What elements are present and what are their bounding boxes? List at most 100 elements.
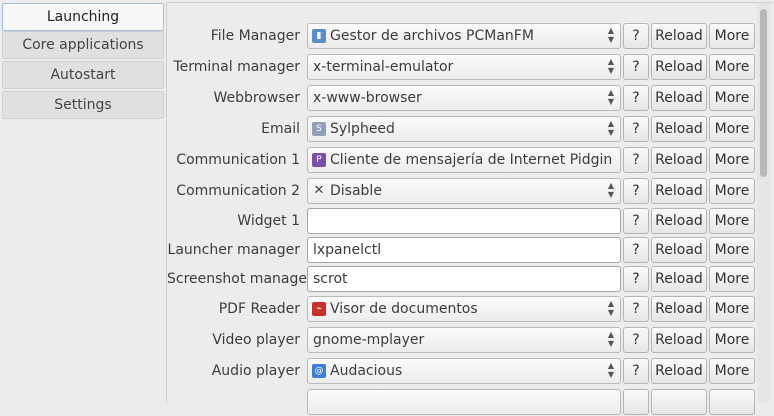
entry-value: lxpanelctl — [313, 242, 382, 258]
spin-arrows-icon: ▲ ▼ — [607, 181, 615, 199]
disable-x-icon: ✕ — [313, 183, 325, 198]
more-button[interactable]: More — [709, 85, 755, 111]
combo-value: Visor de documentos — [330, 301, 478, 317]
help-button[interactable]: ? — [623, 266, 649, 292]
launcher-manager-input[interactable]: lxpanelctl — [307, 237, 621, 263]
row-screenshot-manager: Screenshot manager scrot ? Reload More — [167, 265, 773, 293]
row-terminal-manager: Terminal manager x-terminal-emulator ▲ ▼ … — [167, 53, 773, 81]
row-label: Launcher manager — [167, 242, 300, 258]
pdf-reader-combo[interactable]: ⌁ Visor de documentos ▲ ▼ — [307, 296, 621, 322]
file-manager-combo[interactable]: ▮ Gestor de archivos PCManFM ▲ ▼ — [307, 23, 621, 49]
more-button[interactable]: More — [709, 147, 755, 173]
folder-icon: ▮ — [312, 29, 326, 43]
more-button[interactable]: More — [709, 237, 755, 263]
tab-launching-applications[interactable]: Launching applications — [2, 3, 164, 51]
more-button[interactable]: More — [709, 266, 755, 292]
spin-arrows-icon: ▲ ▼ — [607, 330, 615, 348]
spin-arrows-icon: ▲ ▼ — [607, 26, 615, 44]
reload-button[interactable]: Reload — [651, 85, 707, 111]
video-player-combo[interactable]: gnome-mplayer ▲ ▼ — [307, 327, 621, 353]
more-button[interactable]: More — [709, 208, 755, 234]
help-button[interactable]: ? — [623, 85, 649, 111]
tab-autostart[interactable]: Autostart — [2, 61, 164, 89]
row-video-player: Video player gnome-mplayer ▲ ▼ ? Reload M… — [167, 326, 773, 354]
row-label: Audio player — [211, 363, 300, 379]
more-button[interactable]: More — [709, 358, 755, 384]
settings-panel: File Manager ▮ Gestor de archivos PCManF… — [166, 2, 773, 415]
more-button[interactable]: More — [709, 23, 755, 49]
row-audio-player: Audio player @ Audacious ▲ ▼ ? Reload Mor… — [167, 357, 773, 385]
help-button[interactable]: ? — [623, 237, 649, 263]
row-label: Widget 1 — [237, 213, 300, 229]
sidebar: Launching applications Core applications… — [0, 0, 166, 400]
row-label: Communication 2 — [176, 183, 300, 199]
pdf-icon: ⌁ — [312, 302, 326, 316]
widget-1-input[interactable] — [307, 208, 621, 234]
webbrowser-combo[interactable]: x-www-browser ▲ ▼ — [307, 85, 621, 111]
screenshot-manager-input[interactable]: scrot — [307, 266, 621, 292]
reload-button[interactable]: Reload — [651, 266, 707, 292]
help-button[interactable]: ? — [623, 116, 649, 142]
reload-button[interactable]: Reload — [651, 296, 707, 322]
row-label: Terminal manager — [173, 59, 300, 75]
pidgin-icon: P — [312, 153, 326, 167]
audio-player-combo[interactable]: @ Audacious ▲ ▼ — [307, 358, 621, 384]
row-communication-1: Communication 1 P Cliente de mensajería … — [167, 146, 773, 174]
communication-1-combo[interactable]: P Cliente de mensajería de Internet Pidg… — [307, 147, 621, 173]
row-communication-2: Communication 2 ✕ Disable ▲ ▼ ? Reload Mo… — [167, 177, 773, 205]
tab-core-applications[interactable]: Core applications — [2, 31, 164, 59]
more-button[interactable]: More — [709, 296, 755, 322]
help-button[interactable]: ? — [623, 327, 649, 353]
more-button[interactable]: More — [709, 54, 755, 80]
more-button[interactable]: More — [709, 116, 755, 142]
row-label: Email — [261, 121, 300, 137]
reload-button[interactable]: Reload — [651, 147, 707, 173]
help-button[interactable]: ? — [623, 296, 649, 322]
help-button[interactable] — [623, 389, 649, 415]
row-widget-1: Widget 1 ? Reload More — [167, 207, 773, 235]
row-label: File Manager — [210, 28, 300, 44]
reload-button[interactable]: Reload — [651, 237, 707, 263]
more-button[interactable]: More — [709, 327, 755, 353]
reload-button[interactable]: Reload — [651, 178, 707, 204]
email-combo[interactable]: S Sylpheed ▲ ▼ — [307, 116, 621, 142]
terminal-manager-combo[interactable]: x-terminal-emulator ▲ ▼ — [307, 54, 621, 80]
combo-value: Disable — [330, 183, 382, 199]
more-button[interactable] — [709, 389, 755, 415]
spin-arrows-icon: ▲ ▼ — [607, 119, 615, 137]
row-label: PDF Reader — [218, 301, 300, 317]
spin-arrows-icon: ▲ ▼ — [607, 361, 615, 379]
row-launcher-manager: Launcher manager lxpanelctl ? Reload Mor… — [167, 236, 773, 264]
reload-button[interactable] — [651, 389, 707, 415]
partial-combo[interactable] — [307, 389, 621, 415]
reload-button[interactable]: Reload — [651, 116, 707, 142]
help-button[interactable]: ? — [623, 358, 649, 384]
combo-value: Cliente de mensajería de Internet Pidgin — [330, 152, 613, 168]
row-label: Webbrowser — [213, 90, 300, 106]
combo-value: gnome-mplayer — [313, 332, 425, 348]
tab-settings[interactable]: Settings — [2, 91, 164, 119]
combo-value: Audacious — [330, 363, 403, 379]
help-button[interactable]: ? — [623, 54, 649, 80]
scrollbar-thumb[interactable] — [760, 9, 767, 177]
vertical-scrollbar[interactable] — [757, 3, 771, 401]
reload-button[interactable]: Reload — [651, 54, 707, 80]
spin-arrows-icon: ▲ ▼ — [607, 57, 615, 75]
more-button[interactable]: More — [709, 178, 755, 204]
row-file-manager: File Manager ▮ Gestor de archivos PCManF… — [167, 22, 773, 50]
row-email: Email S Sylpheed ▲ ▼ ? Reload More — [167, 115, 773, 143]
help-button[interactable]: ? — [623, 208, 649, 234]
combo-value: Sylpheed — [330, 121, 395, 137]
combo-value: x-www-browser — [313, 90, 422, 106]
spin-arrows-icon: ▲ ▼ — [607, 299, 615, 317]
help-button[interactable]: ? — [623, 147, 649, 173]
combo-value: Gestor de archivos PCManFM — [330, 28, 534, 44]
reload-button[interactable]: Reload — [651, 327, 707, 353]
row-pdf-reader: PDF Reader ⌁ Visor de documentos ▲ ▼ ? Re… — [167, 295, 773, 323]
reload-button[interactable]: Reload — [651, 23, 707, 49]
help-button[interactable]: ? — [623, 23, 649, 49]
reload-button[interactable]: Reload — [651, 358, 707, 384]
communication-2-combo[interactable]: ✕ Disable ▲ ▼ — [307, 178, 621, 204]
reload-button[interactable]: Reload — [651, 208, 707, 234]
help-button[interactable]: ? — [623, 178, 649, 204]
